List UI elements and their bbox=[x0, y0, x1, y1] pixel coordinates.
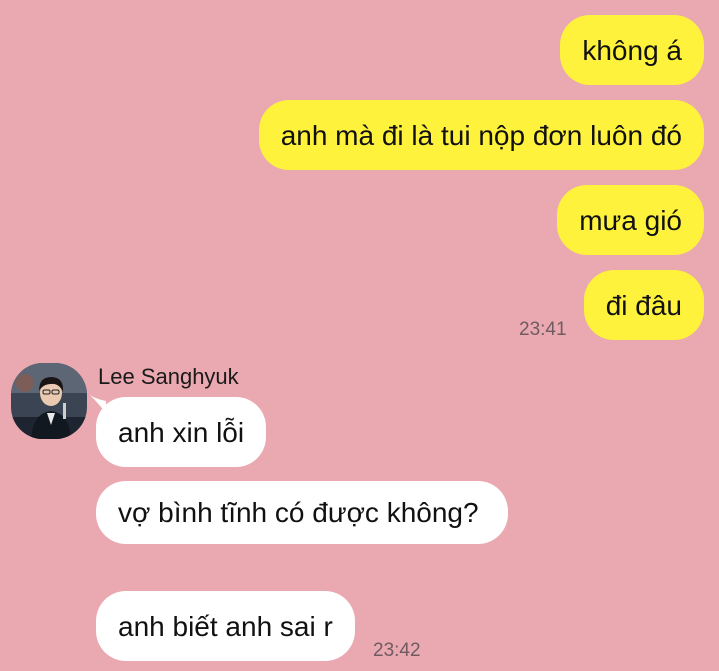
profile-photo-icon bbox=[11, 363, 87, 439]
incoming-message[interactable]: anh xin lỗi bbox=[96, 397, 267, 467]
message-text: anh biết anh sai r bbox=[118, 610, 333, 642]
outgoing-message[interactable]: mưa gió bbox=[557, 185, 704, 255]
sender-name: Lee Sanghyuk bbox=[98, 364, 239, 389]
outgoing-message[interactable]: không á bbox=[560, 15, 704, 85]
outgoing-timestamp: 23:41 bbox=[519, 319, 567, 340]
message-text: đi đâu bbox=[605, 289, 682, 321]
outgoing-message[interactable]: đi đâu bbox=[583, 270, 704, 340]
outgoing-message[interactable]: anh mà đi là tui nộp đơn luôn đó bbox=[258, 100, 704, 170]
message-text: anh xin lỗi bbox=[118, 416, 245, 448]
message-text: mưa gió bbox=[579, 204, 682, 236]
incoming-timestamp: 23:42 bbox=[373, 640, 421, 661]
incoming-message[interactable]: vợ bình tĩnh có được không? bbox=[96, 481, 508, 544]
message-text: anh mà đi là tui nộp đơn luôn đó bbox=[280, 119, 682, 151]
incoming-message[interactable]: anh biết anh sai r bbox=[96, 591, 355, 661]
message-text: vợ bình tĩnh có được không? bbox=[118, 497, 479, 528]
avatar[interactable] bbox=[11, 363, 87, 439]
message-text: không á bbox=[582, 34, 682, 66]
